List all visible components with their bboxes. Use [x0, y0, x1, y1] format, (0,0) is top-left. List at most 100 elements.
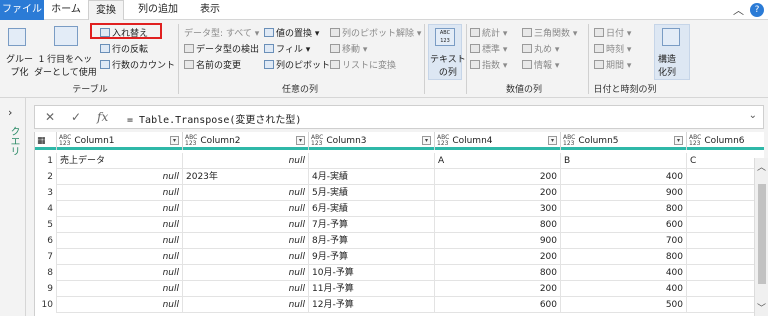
row-index[interactable]: 2: [35, 169, 57, 185]
filter-dropdown-icon[interactable]: ▾: [674, 136, 683, 145]
column-header[interactable]: ABC 123 Column6: [687, 132, 764, 150]
tab-file[interactable]: ファイル: [0, 0, 44, 20]
scientific-button[interactable]: 指数 ▾: [470, 58, 507, 71]
table-cell[interactable]: [687, 297, 764, 313]
date-button[interactable]: 日付 ▾: [594, 26, 631, 39]
table-cell[interactable]: [687, 185, 764, 201]
table-cell[interactable]: 700: [561, 233, 687, 249]
table-cell[interactable]: 9月-予算: [309, 249, 435, 265]
table-cell[interactable]: 2023年: [183, 169, 309, 185]
table-cell[interactable]: 200: [435, 281, 561, 297]
row-index[interactable]: 4: [35, 201, 57, 217]
help-icon[interactable]: ?: [750, 3, 764, 17]
table-cell[interactable]: null: [183, 265, 309, 281]
fill-button[interactable]: フィル ▾: [264, 42, 310, 55]
column-header[interactable]: ABC 123 Column2 ▾: [183, 132, 309, 150]
table-cell[interactable]: [687, 201, 764, 217]
standard-button[interactable]: 標準 ▾: [470, 42, 507, 55]
row-index[interactable]: 6: [35, 233, 57, 249]
reverse-rows-button[interactable]: 行の反転: [100, 42, 148, 55]
table-cell[interactable]: null: [183, 281, 309, 297]
expand-pane-icon[interactable]: ›: [8, 106, 12, 119]
use-first-row-button[interactable]: 1 行目をヘッ ダーとして使用: [34, 52, 97, 78]
table-cell[interactable]: [309, 153, 435, 169]
table-cell[interactable]: 200: [435, 169, 561, 185]
table-cell[interactable]: 4月-実績: [309, 169, 435, 185]
duration-button[interactable]: 期間 ▾: [594, 58, 631, 71]
scroll-up-icon[interactable]: ︿: [757, 160, 766, 173]
table-cell[interactable]: null: [183, 249, 309, 265]
table-cell[interactable]: 800: [561, 249, 687, 265]
group-by-button[interactable]: グルー プ化: [6, 52, 33, 78]
table-cell[interactable]: 600: [435, 297, 561, 313]
replace-values-button[interactable]: 値の置換 ▾: [264, 26, 319, 39]
table-cell[interactable]: null: [57, 265, 183, 281]
row-index[interactable]: 8: [35, 265, 57, 281]
table-cell[interactable]: 8月-予算: [309, 233, 435, 249]
cancel-icon[interactable]: ✕: [45, 110, 55, 124]
time-button[interactable]: 時刻 ▾: [594, 42, 631, 55]
expand-formula-icon[interactable]: ⌄: [749, 110, 757, 121]
table-menu-icon[interactable]: ▦: [35, 132, 57, 150]
table-cell[interactable]: B: [561, 153, 687, 169]
tab-add-column[interactable]: 列の追加: [128, 0, 188, 20]
table-row[interactable]: 6 null null 8月-予算 900 700: [35, 233, 764, 249]
table-row[interactable]: 5 null null 7月-予算 800 600: [35, 217, 764, 233]
table-cell[interactable]: 400: [561, 265, 687, 281]
rounding-button[interactable]: 丸め ▾: [522, 42, 559, 55]
table-cell[interactable]: 900: [435, 233, 561, 249]
data-type-dropdown[interactable]: データ型: すべて ▾: [184, 26, 259, 39]
column-header[interactable]: ABC 123 Column4 ▾: [435, 132, 561, 150]
table-cell[interactable]: 500: [561, 297, 687, 313]
table-cell[interactable]: null: [183, 217, 309, 233]
unpivot-button[interactable]: 列のピボット解除 ▾: [330, 26, 421, 39]
table-cell[interactable]: 200: [435, 249, 561, 265]
detect-type-button[interactable]: データ型の検出: [184, 42, 259, 55]
table-cell[interactable]: 800: [435, 217, 561, 233]
statistics-button[interactable]: 統計 ▾: [470, 26, 507, 39]
table-cell[interactable]: 10月-予算: [309, 265, 435, 281]
table-cell[interactable]: null: [183, 153, 309, 169]
scrollbar-thumb[interactable]: [758, 184, 766, 284]
vertical-scrollbar[interactable]: ︿ ﹀: [754, 158, 768, 316]
table-cell[interactable]: [687, 249, 764, 265]
table-row[interactable]: 10 null null 12月-予算 600 500: [35, 297, 764, 313]
pivot-button[interactable]: 列のピボット: [264, 58, 330, 71]
table-cell[interactable]: 5月-実績: [309, 185, 435, 201]
filter-dropdown-icon[interactable]: ▾: [170, 136, 179, 145]
table-row[interactable]: 8 null null 10月-予算 800 400: [35, 265, 764, 281]
transpose-button[interactable]: 入れ替え: [100, 26, 148, 39]
tab-home[interactable]: ホーム: [46, 0, 86, 20]
fx-icon[interactable]: fx: [97, 110, 108, 124]
table-cell[interactable]: [687, 265, 764, 281]
row-index[interactable]: 7: [35, 249, 57, 265]
row-index[interactable]: 3: [35, 185, 57, 201]
collapse-ribbon-icon[interactable]: ︿: [733, 2, 744, 18]
table-cell[interactable]: 12月-予算: [309, 297, 435, 313]
table-cell[interactable]: 売上データ: [57, 153, 183, 169]
row-index[interactable]: 10: [35, 297, 57, 313]
table-cell[interactable]: [687, 281, 764, 297]
table-cell[interactable]: 600: [561, 217, 687, 233]
trig-button[interactable]: 三角関数 ▾: [522, 26, 577, 39]
filter-dropdown-icon[interactable]: ▾: [548, 136, 557, 145]
tab-view[interactable]: 表示: [190, 0, 230, 20]
rename-button[interactable]: 名前の変更: [184, 58, 241, 71]
filter-dropdown-icon[interactable]: ▾: [296, 136, 305, 145]
table-cell[interactable]: [687, 217, 764, 233]
table-cell[interactable]: [687, 233, 764, 249]
row-index[interactable]: 1: [35, 153, 57, 169]
table-cell[interactable]: null: [57, 233, 183, 249]
convert-list-button[interactable]: リストに変換: [330, 58, 396, 71]
table-cell[interactable]: null: [57, 185, 183, 201]
table-cell[interactable]: 200: [435, 185, 561, 201]
table-cell[interactable]: null: [57, 297, 183, 313]
table-cell[interactable]: 400: [561, 281, 687, 297]
table-cell[interactable]: null: [183, 185, 309, 201]
table-cell[interactable]: 900: [561, 185, 687, 201]
table-cell[interactable]: 7月-予算: [309, 217, 435, 233]
table-cell[interactable]: null: [57, 201, 183, 217]
table-row[interactable]: 1 売上データ null A B C: [35, 153, 764, 169]
table-cell[interactable]: 800: [561, 201, 687, 217]
table-cell[interactable]: 11月-予算: [309, 281, 435, 297]
